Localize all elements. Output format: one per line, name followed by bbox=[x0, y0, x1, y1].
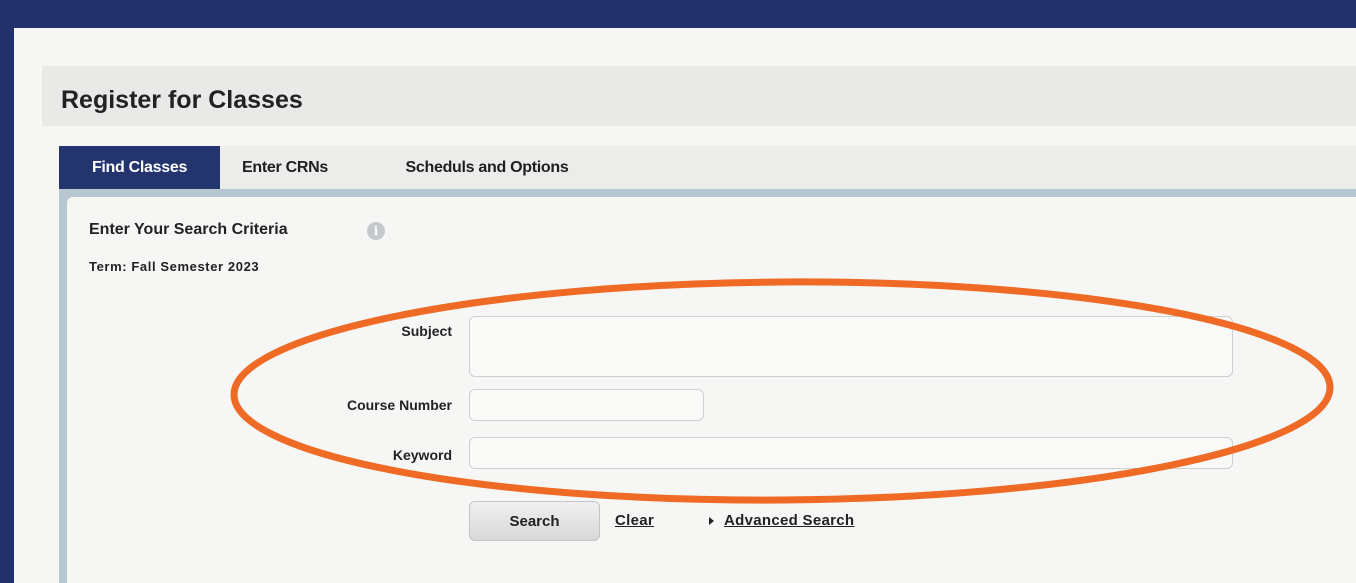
tab-enter-crns[interactable]: Enter CRNs bbox=[230, 146, 340, 189]
term-label: Term: Fall Semester 2023 bbox=[89, 259, 260, 274]
keyword-label: Keyword bbox=[392, 447, 452, 463]
caret-right-icon bbox=[709, 517, 714, 525]
search-criteria-heading: Enter Your Search Criteria bbox=[89, 221, 288, 238]
search-panel bbox=[59, 189, 1356, 583]
subject-label: Subject bbox=[401, 323, 452, 339]
tab-bar: Find Classes Enter CRNs Scheduls and Opt… bbox=[59, 146, 1356, 189]
search-button[interactable]: Search bbox=[469, 501, 600, 541]
tab-find-classes[interactable]: Find Classes bbox=[59, 146, 220, 189]
info-icon[interactable]: i bbox=[367, 222, 385, 240]
tab-schedules-and-options[interactable]: Scheduls and Options bbox=[392, 146, 582, 189]
search-panel-body bbox=[67, 197, 1356, 583]
course-number-input[interactable] bbox=[469, 389, 704, 421]
subject-input[interactable] bbox=[469, 316, 1233, 377]
keyword-input[interactable] bbox=[469, 437, 1233, 469]
advanced-search-link[interactable]: Advanced Search bbox=[724, 512, 854, 529]
clear-link[interactable]: Clear bbox=[615, 512, 654, 529]
page-title: Register for Classes bbox=[61, 86, 303, 114]
course-number-label: Course Number bbox=[346, 397, 452, 413]
